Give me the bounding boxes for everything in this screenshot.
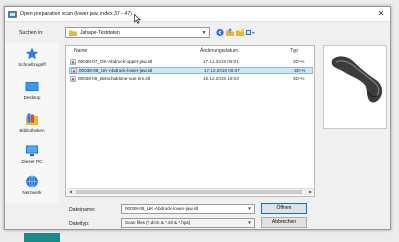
place-libraries[interactable]: Bibliotheken [5, 111, 59, 141]
filetype-value: Scan files (*.dcm & *.stl & *.hps) [125, 220, 191, 225]
places-bar: Schnellzugriff Desktop Bibliotheken Dies… [5, 43, 59, 203]
screen: Open preparation scan (lower jaw, index … [0, 0, 399, 242]
stl-file-icon [70, 76, 76, 82]
place-desktop[interactable]: Desktop [5, 79, 59, 109]
horizontal-scrollbar[interactable]: ◀ ▶ [67, 188, 314, 195]
filename-input[interactable]: 00038-08_UK-Abdruck-lower-jaw.stl ▼ [121, 204, 255, 214]
close-button[interactable]: ✕ [374, 8, 388, 20]
desktop-icon [25, 82, 39, 91]
network-icon [26, 175, 38, 188]
scrollbar-thumb[interactable] [76, 190, 302, 194]
file-type: 3D-% [294, 68, 306, 73]
file-type: 3D-% [293, 76, 305, 81]
chevron-down-icon[interactable]: ▼ [246, 205, 253, 213]
jaw-scan-preview [331, 56, 383, 103]
file-date: 17.12.2019 09:01 [203, 59, 239, 64]
column-header-date[interactable]: Änderungsdatum [200, 48, 238, 54]
up-folder-icon[interactable] [225, 27, 235, 38]
scroll-right-icon[interactable]: ▶ [307, 189, 314, 195]
file-row[interactable]: 00038-09_Bisschablone-vue-rim.stl 18.12.… [69, 76, 313, 83]
place-network[interactable]: Netzwerk [5, 173, 59, 203]
star-icon [25, 47, 39, 60]
filetype-select[interactable]: Scan files (*.dcm & *.stl & *.hps) ▼ [121, 218, 255, 228]
new-folder-icon[interactable] [235, 27, 245, 38]
file-row[interactable]: 00038-07_OK-Abdruck-upper-jaw.stl 17.12.… [69, 59, 313, 66]
preview-pane [323, 45, 387, 129]
window-title: Open preparation scan (lower jaw, index … [20, 11, 132, 17]
place-this-pc[interactable]: Dieser PC [5, 143, 59, 173]
libraries-icon [26, 113, 38, 125]
scroll-left-icon[interactable]: ◀ [67, 189, 74, 195]
title-bar[interactable]: Open preparation scan (lower jaw, index … [5, 7, 390, 22]
filename-value: 00038-08_UK-Abdruck-lower-jaw.stl [125, 206, 199, 211]
cancel-button[interactable]: Abbrechen [261, 217, 307, 228]
file-date: 17.12.2019 09:37 [204, 68, 240, 73]
place-label: Netzwerk [22, 190, 42, 195]
view-menu-icon[interactable] [245, 27, 255, 38]
back-icon[interactable] [215, 27, 225, 38]
place-label: Bibliotheken [19, 128, 45, 133]
taskbar-tab[interactable] [24, 233, 60, 242]
filetype-label: Dateityp: [69, 221, 90, 227]
mouse-cursor-icon [134, 14, 141, 24]
stl-file-icon [70, 59, 76, 65]
place-quick-access[interactable]: Schnellzugriff [5, 45, 59, 75]
lookin-value: Jahape-Testdaten [80, 30, 120, 36]
file-date: 18.12.2019 16:03 [203, 76, 239, 81]
file-name: 00038-07_OK-Abdruck-upper-jaw.stl [78, 59, 153, 64]
lookin-combobox[interactable]: Jahape-Testdaten ▼ [65, 27, 210, 38]
filename-label: Dateiname: [69, 207, 96, 213]
column-header-type[interactable]: Typ [290, 48, 298, 54]
place-label: Schnellzugriff [18, 62, 46, 67]
stl-file-icon [71, 68, 77, 74]
app-icon [8, 11, 17, 18]
file-name: 00038-09_Bisschablone-vue-rim.stl [78, 76, 151, 81]
chevron-down-icon[interactable]: ▼ [246, 219, 253, 227]
column-header-name[interactable]: Name [74, 48, 87, 54]
file-list: Name Änderungsdatum Typ 00038-07_OK-Abdr… [65, 45, 315, 197]
toolbar [215, 27, 255, 38]
folder-icon [69, 30, 77, 36]
file-type: 3D-% [293, 59, 305, 64]
chevron-down-icon[interactable]: ▼ [200, 29, 208, 37]
open-file-dialog: Open preparation scan (lower jaw, index … [4, 6, 391, 230]
place-label: Desktop [23, 95, 41, 100]
lookin-label: Suchen in: [19, 30, 44, 36]
file-row-selected[interactable]: 00038-08_UK-Abdruck-lower-jaw.stl 17.12.… [69, 67, 313, 74]
computer-icon [26, 145, 38, 156]
file-name: 00038-08_UK-Abdruck-lower-jaw.stl [79, 68, 153, 73]
open-button[interactable]: Öffnen [261, 203, 307, 214]
place-label: Dieser PC [21, 159, 43, 164]
